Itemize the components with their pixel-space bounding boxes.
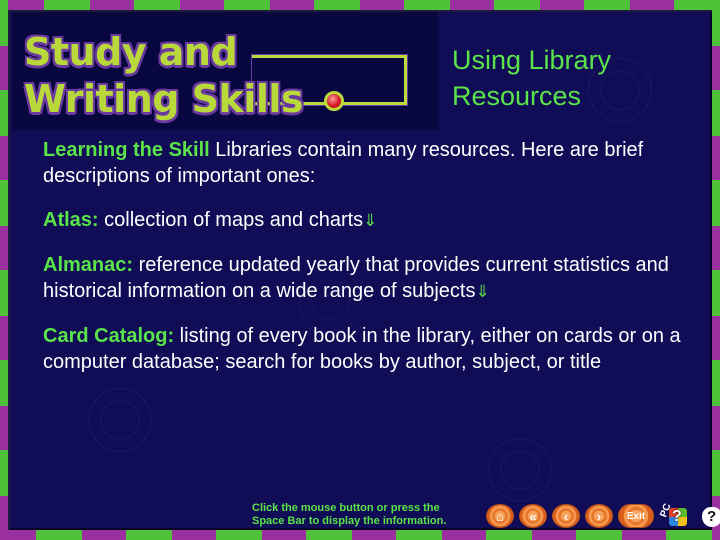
down-arrow-icon[interactable]: ⇓ — [475, 282, 489, 301]
down-arrow-icon[interactable]: ⇓ — [363, 211, 377, 230]
border-top — [0, 0, 720, 10]
border-right — [712, 0, 720, 540]
chevron-left-icon: ‹ — [563, 508, 569, 524]
intro-paragraph: Learning the Skill Libraries contain man… — [43, 137, 693, 189]
exit-button[interactable]: Exit — [618, 504, 654, 528]
footer-instruction: Click the mouse button or press the Spac… — [252, 502, 446, 528]
home-icon: ⌂ — [496, 508, 504, 524]
double-chevron-left-icon: « — [529, 508, 537, 524]
border-left — [0, 0, 8, 540]
instruction-line-2: Space Bar to display the information. — [252, 515, 447, 527]
logo-text-study-and: Study and — [24, 30, 238, 74]
navigation-bar: ⌂ « ‹ › Exit PC ? ? — [486, 502, 720, 529]
first-slide-button[interactable]: « — [519, 504, 547, 528]
entry-term: Atlas: — [43, 209, 99, 231]
entry-definition: collection of maps and charts — [98, 209, 364, 231]
title-line-2: Resources — [452, 81, 582, 111]
slide-title: Using Library Resources — [452, 42, 611, 114]
instruction-line-1: Click the mouse button or press the — [252, 502, 440, 514]
chevron-right-icon: › — [596, 508, 602, 524]
entry-card-catalog: Card Catalog: listing of every book in t… — [43, 323, 693, 375]
exit-label: Exit — [626, 510, 646, 522]
entry-definition: reference updated yearly that provides c… — [43, 254, 669, 302]
entry-atlas: Atlas: collection of maps and charts⇓ — [43, 207, 693, 234]
pc-help-button[interactable]: PC ? — [658, 502, 687, 529]
previous-button[interactable]: ‹ — [552, 504, 580, 528]
next-button[interactable]: › — [585, 504, 613, 528]
question-mark-icon: ? — [672, 508, 682, 525]
border-bottom — [0, 530, 720, 540]
question-mark-icon: ? — [707, 508, 717, 525]
intro-label: Learning the Skill — [43, 139, 210, 161]
slide-content: Learning the Skill Libraries contain man… — [43, 137, 693, 393]
entry-almanac: Almanac: reference updated yearly that p… — [43, 252, 693, 305]
home-button[interactable]: ⌂ — [486, 504, 514, 528]
entry-term: Almanac: — [43, 254, 134, 276]
mac-help-button[interactable]: ? — [692, 503, 720, 529]
logo-red-dot-icon — [324, 91, 344, 111]
entry-term: Card Catalog: — [43, 325, 175, 347]
title-line-1: Using Library — [452, 45, 612, 75]
logo-text-writing-skills: Writing Skills — [24, 77, 304, 121]
